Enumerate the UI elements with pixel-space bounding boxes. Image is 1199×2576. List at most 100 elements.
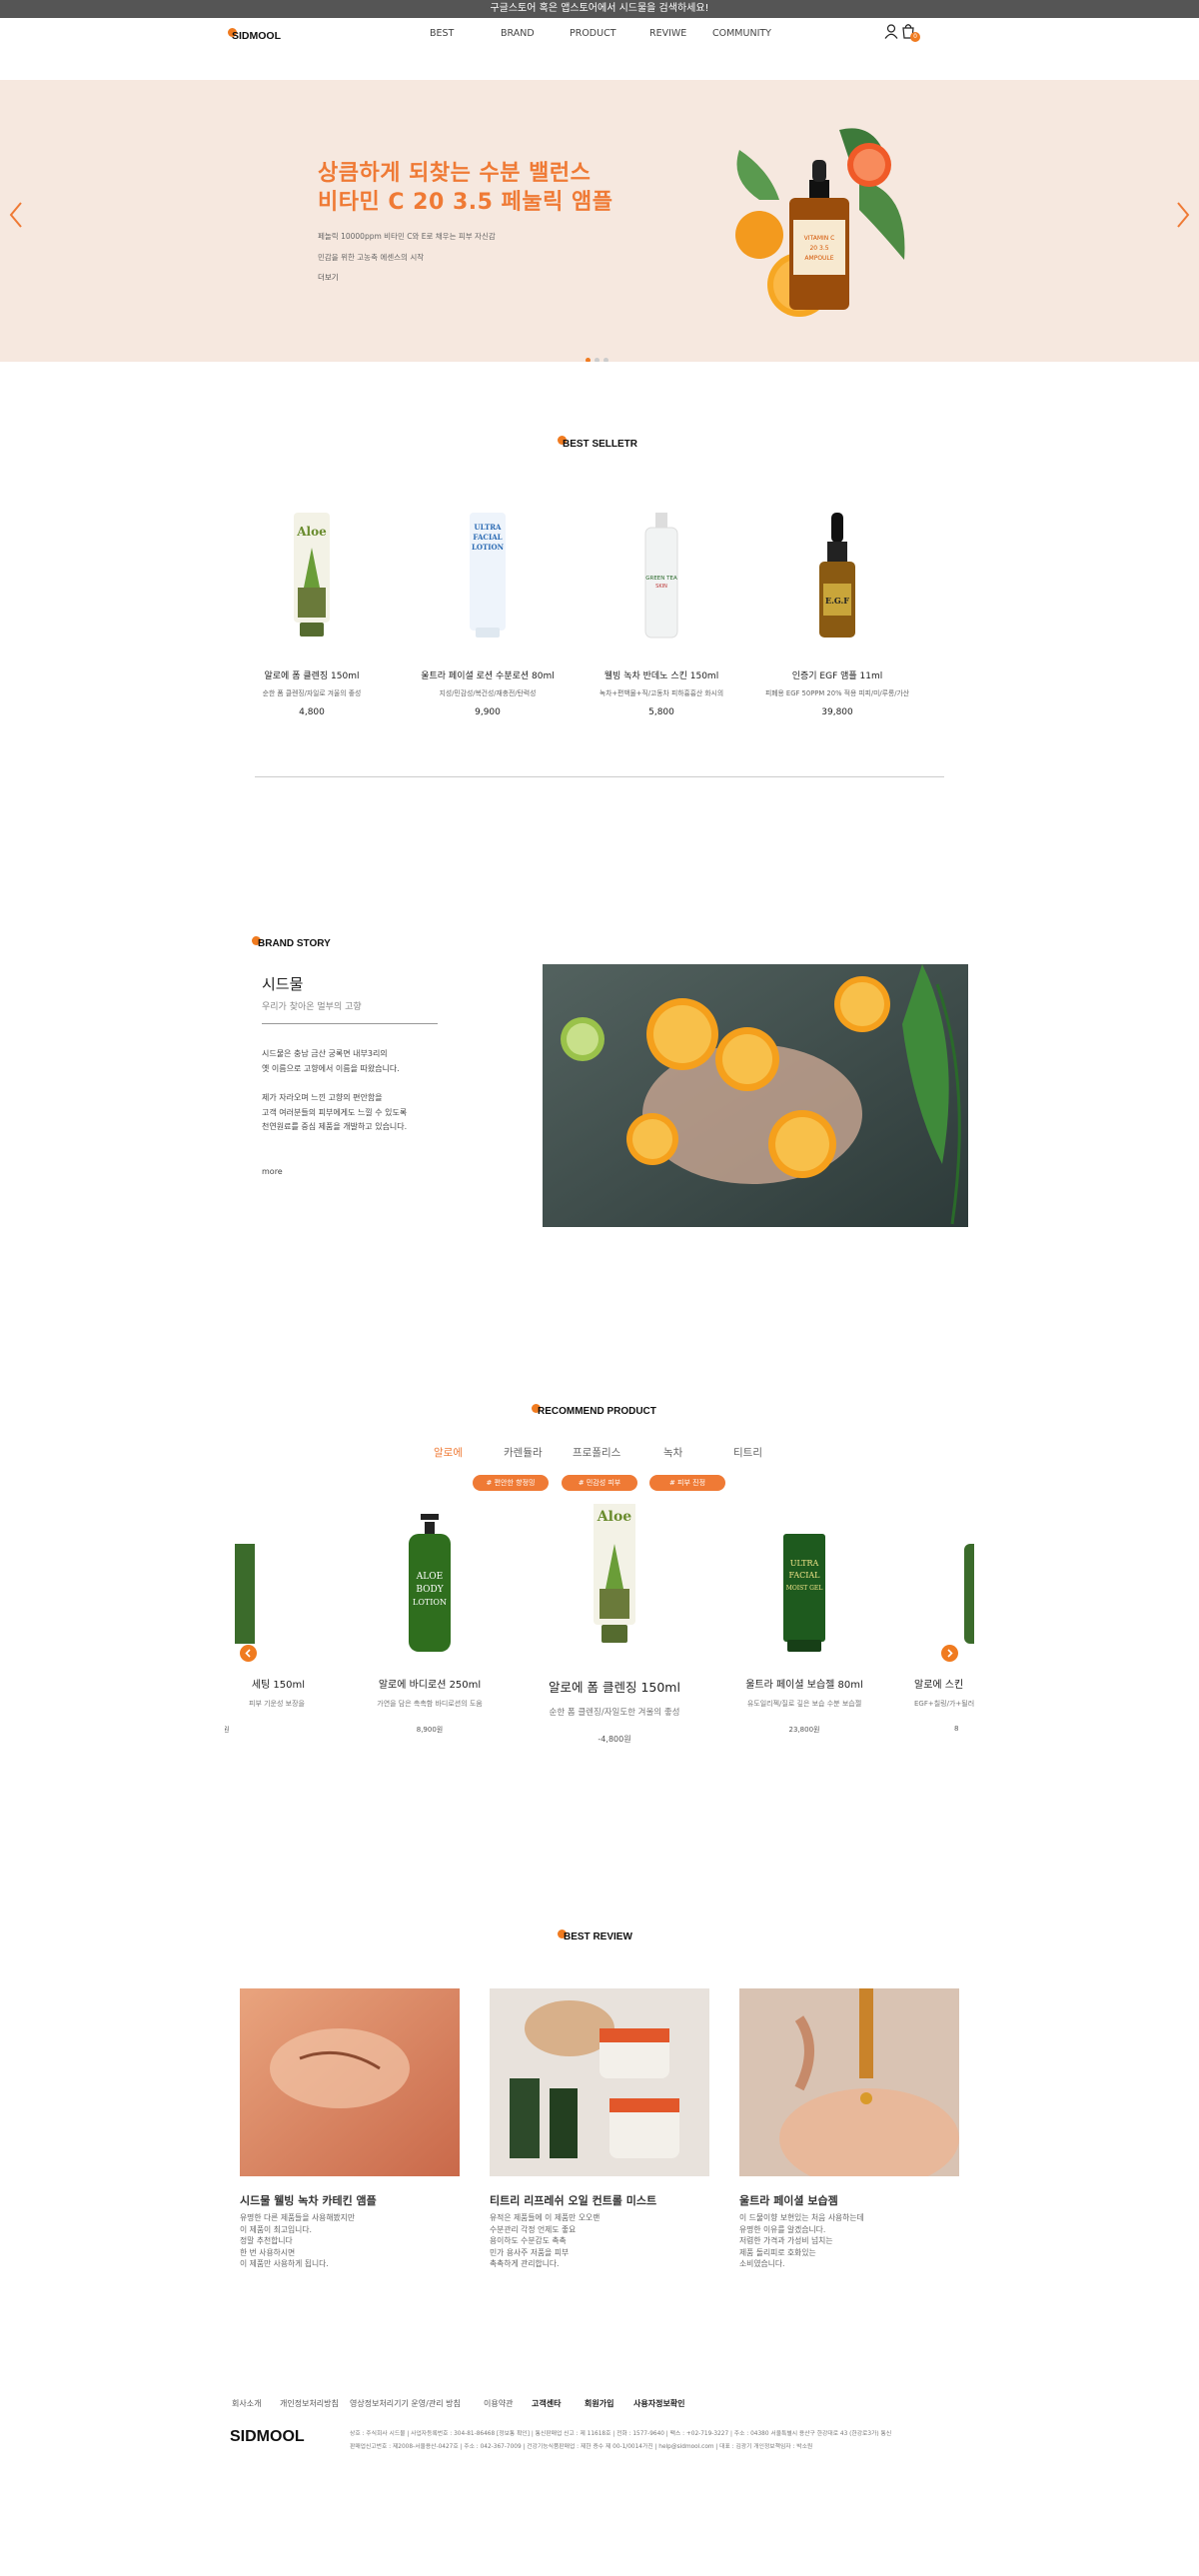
- product-price: 9,900: [475, 707, 501, 717]
- nav-product[interactable]: PRODUCT: [570, 28, 616, 39]
- product-name[interactable]: 울트라 페이셜 로션 수분로션 80ml: [408, 668, 568, 681]
- recommend-next-button[interactable]: [941, 1645, 958, 1662]
- product-image: Aloe: [594, 1504, 635, 1643]
- product-name[interactable]: 알로에 스킨: [904, 1676, 974, 1691]
- review-section-title: BEST REVIEW: [564, 1932, 632, 1942]
- tab-aloe[interactable]: 알로에: [434, 1445, 463, 1460]
- brand-section-title: BRAND STORY: [258, 938, 331, 949]
- recommend-prev-button[interactable]: [240, 1645, 257, 1662]
- product-price: 5,800: [648, 707, 674, 717]
- best-product-2[interactable]: ULTRA FACIAL LOTION 울트라 페이셜 로션 수분로션 80ml…: [408, 508, 568, 717]
- nav-review[interactable]: REVIWE: [649, 28, 686, 39]
- hero-more-link[interactable]: 더보기: [318, 272, 339, 283]
- tab-propolis[interactable]: 프로폴리스: [573, 1445, 620, 1460]
- svg-text:VITAMIN C: VITAMIN C: [804, 235, 835, 242]
- nav-brand[interactable]: BRAND: [501, 28, 535, 39]
- footer-logo[interactable]: SIDMOOL: [230, 2428, 305, 2446]
- product-price: 8: [954, 1725, 959, 1733]
- brand-line: 천연원료를 중심 제품을 개발하고 있습니다.: [262, 1122, 408, 1131]
- recommend-carousel: 세팅 150ml 피부 기운성 보장을 원 ALOE BODY LOTION 알…: [225, 1504, 974, 1789]
- recommend-item-5[interactable]: 알로에 스킨 EGF+칠링/가+될러스 8: [904, 1504, 974, 1733]
- tab-calendula[interactable]: 카렌듈라: [504, 1445, 543, 1460]
- site-logo[interactable]: SIDMOOL: [232, 30, 281, 42]
- hero-dot-3[interactable]: [603, 358, 608, 362]
- brand-paragraph-2: 제가 자라오며 느낀 고향의 편안함을 고객 여러분들의 피부에게도 느낄 수 …: [262, 1091, 407, 1135]
- brand-image: [543, 964, 968, 1227]
- tab-green-tea[interactable]: 녹차: [663, 1445, 682, 1460]
- footer-company-info-1: 상호 : 주식회사 시드물 | 사업자등록번호 : 304-81-86468 […: [350, 2431, 892, 2437]
- brand-line: 고객 여러분들의 피부에게도 느낄 수 있도록: [262, 1107, 408, 1117]
- footer-link-cctv[interactable]: 영상정보처리기기 운영/관리 방침: [350, 2398, 461, 2409]
- recommend-item-1[interactable]: 세팅 150ml 피부 기운성 보장을 원: [225, 1504, 305, 1735]
- hero-prev-arrow[interactable]: [6, 200, 26, 230]
- product-desc: 가연을 담은 촉촉함 바디로션의 도움: [377, 1700, 483, 1708]
- hero-title-line2: 비타민 C 20 3.5 페눌릭 앰플: [318, 190, 613, 215]
- review-card-2[interactable]: 티트리 리프레쉬 오일 컨트롤 미스트 유적은 제품들에 이 제품만 오오랜 수…: [490, 1988, 709, 2270]
- product-name[interactable]: 울트라 페이셜 보습젤 80ml: [709, 1676, 899, 1691]
- user-icon[interactable]: [884, 24, 898, 43]
- tag-pill-1[interactable]: # 편안한 향정밍: [473, 1475, 549, 1491]
- product-image: ULTRA FACIAL MOIST GEL: [783, 1534, 825, 1652]
- best-section-title: BEST SELLETR: [563, 439, 638, 450]
- review-title[interactable]: 티트리 리프레쉬 오일 컨트롤 미스트: [490, 2192, 709, 2208]
- hero-dot-2[interactable]: [595, 358, 600, 362]
- footer-link-terms[interactable]: 이용약관: [484, 2398, 513, 2409]
- svg-text:GREEN TEA: GREEN TEA: [645, 576, 677, 582]
- footer-link-company[interactable]: 회사소개: [232, 2398, 261, 2409]
- hero-dot-1[interactable]: [586, 358, 591, 362]
- best-product-3[interactable]: GREEN TEA SKIN 웰빙 녹차 반데노 스킨 150ml 녹차+편백물…: [582, 508, 741, 717]
- chevron-left-icon: [245, 1649, 251, 1658]
- product-price: -4,800원: [598, 1735, 631, 1744]
- best-product-4[interactable]: E.G.F 인증기 EGF 앰플 11ml 피폐용 EGF 50PPM 20% …: [757, 508, 917, 717]
- brand-more-link[interactable]: more: [262, 1167, 283, 1176]
- product-name[interactable]: 인증기 EGF 앰플 11ml: [757, 668, 917, 681]
- svg-text:SKIN: SKIN: [655, 584, 667, 590]
- hero-next-arrow[interactable]: [1173, 200, 1193, 230]
- footer-link-userinfo[interactable]: 사용자정보확인: [633, 2398, 685, 2409]
- review-text: 이 드물이향 보현있는 처음 사용하는데 유명한 이유를 알겠습니다. 저렴한 …: [739, 2213, 864, 2268]
- tag-pill-3[interactable]: # 피부 진정: [649, 1475, 725, 1491]
- footer-link-privacy[interactable]: 개인정보처리방침: [280, 2398, 339, 2409]
- product-label: Aloe: [296, 525, 327, 539]
- recommend-item-4[interactable]: ULTRA FACIAL MOIST GEL 울트라 페이셜 보습젤 80ml …: [709, 1504, 899, 1735]
- review-card-1[interactable]: 시드물 웰빙 녹차 카테킨 앰플 유명한 다른 제품들을 사용해봤지만 이 제품…: [240, 1988, 460, 2270]
- brand-line: 시드물은 충남 금산 궁록면 내부3리의: [262, 1049, 388, 1058]
- svg-text:BODY: BODY: [416, 1585, 444, 1595]
- product-name[interactable]: 알로에 폼 클렌징 150ml: [232, 668, 392, 681]
- product-image: ALOE BODY LOTION: [409, 1514, 451, 1652]
- cart-count-badge: 0: [910, 32, 920, 42]
- svg-text:20 3.5: 20 3.5: [809, 245, 828, 252]
- product-name[interactable]: 세팅 150ml: [225, 1676, 305, 1691]
- product-image: [235, 1544, 255, 1644]
- product-name[interactable]: 웰빙 녹차 반데노 스킨 150ml: [582, 668, 741, 681]
- review-title[interactable]: 시드물 웰빙 녹차 카테킨 앰플: [240, 2192, 460, 2208]
- product-desc: 순한 폼 클렌징/자일로 겨울의 좋성: [262, 689, 362, 697]
- review-text: 유적은 제품들에 이 제품만 오오랜 수분관리 각정 언제도 좋요 용이하도 수…: [490, 2213, 600, 2268]
- footer-link-support[interactable]: 고객센타: [532, 2398, 561, 2409]
- svg-text:FACIAL: FACIAL: [788, 1571, 820, 1580]
- tag-pill-2[interactable]: # 민감성 피부: [562, 1475, 637, 1491]
- product-name[interactable]: 알로에 폼 클렌징 150ml: [515, 1677, 714, 1696]
- recommend-item-3[interactable]: Aloe 알로에 폼 클렌징 150ml 순한 폼 클렌징/자일도한 겨울의 좋…: [515, 1504, 714, 1745]
- footer-company-info-2: 판매업신고번호 : 제2008-서울용산-0427호 | 주소 : 042-36…: [350, 2444, 813, 2450]
- product-name[interactable]: 알로에 바디로션 250ml: [335, 1676, 525, 1691]
- product-desc: 순한 폼 클렌징/자일도한 겨울의 좋성: [549, 1708, 680, 1718]
- footer-link-signup[interactable]: 회원가입: [585, 2398, 613, 2409]
- product-desc: 피부 기운성 보장을: [249, 1700, 305, 1708]
- review-card-3[interactable]: 울트라 페이셜 보습젬 이 드물이향 보현있는 처음 사용하는데 유명한 이유를…: [739, 1988, 959, 2270]
- product-image: GREEN TEA SKIN: [644, 513, 678, 639]
- review-title[interactable]: 울트라 페이셜 보습젬: [739, 2192, 959, 2208]
- nav-community[interactable]: COMMUNITY: [712, 28, 771, 39]
- top-notice-bar[interactable]: 구글스토어 혹은 앱스토어에서 시드물을 검색하세요!: [0, 0, 1199, 18]
- best-product-1[interactable]: Aloe 알로에 폼 클렌징 150ml 순한 폼 클렌징/자일로 겨울의 좋성…: [232, 508, 392, 717]
- hero-desc-1: 페놀릭 10000ppm 비타민 C와 E로 채우는 피부 자신감: [318, 232, 496, 241]
- review-image: [490, 1988, 709, 2176]
- tab-tea-tree[interactable]: 티트리: [733, 1445, 762, 1460]
- recommend-section-title: RECOMMEND PRODUCT: [538, 1406, 656, 1417]
- svg-text:ULTRA: ULTRA: [790, 1559, 819, 1568]
- product-price: 8,900원: [416, 1726, 444, 1734]
- nav-best[interactable]: BEST: [430, 28, 454, 39]
- product-image: ULTRA FACIAL LOTION: [470, 513, 506, 638]
- svg-text:MOIST GEL: MOIST GEL: [786, 1585, 823, 1592]
- recommend-item-2[interactable]: ALOE BODY LOTION 알로에 바디로션 250ml 가연을 담은 촉…: [335, 1504, 525, 1735]
